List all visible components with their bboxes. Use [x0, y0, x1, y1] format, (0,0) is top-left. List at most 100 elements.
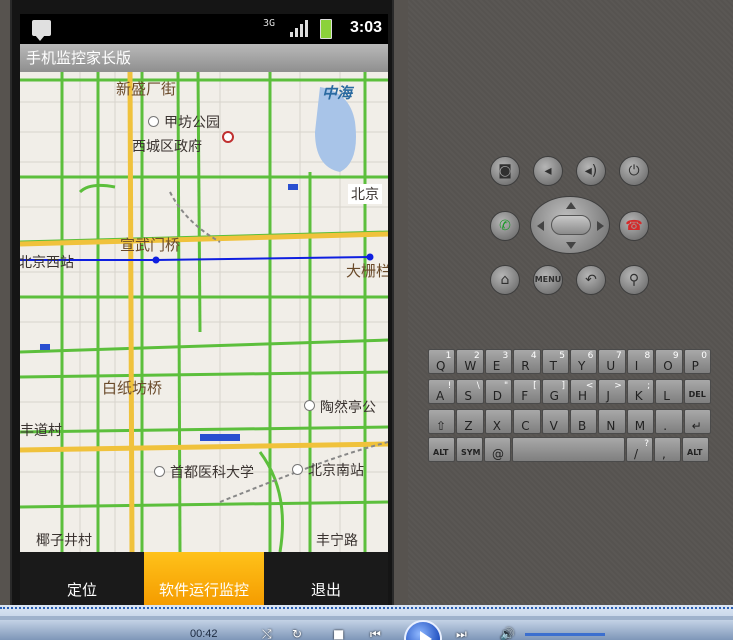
map-label: 首都医科大学 — [170, 465, 254, 481]
park-icon — [304, 400, 315, 411]
map-label: 北京南站 — [308, 463, 364, 479]
map-view[interactable]: 新盛厂街 中海 甲坊公园 西城区政府 北京 宣武门桥 大栅栏 北京西站 白纸坊桥… — [20, 72, 388, 552]
map-label: 新盛厂街 — [116, 80, 177, 98]
stop-icon[interactable]: ■ — [333, 627, 344, 640]
keyboard-key[interactable]: Z — [456, 409, 484, 434]
map-label: 西城区政府 — [132, 139, 202, 155]
map-label: 宣武门桥 — [120, 236, 181, 254]
keyboard-key[interactable]: SYM — [456, 437, 483, 462]
status-time: 3:03 — [350, 19, 383, 36]
space-key[interactable] — [512, 437, 625, 462]
volume-icon[interactable]: 🔊 — [500, 627, 515, 640]
next-icon[interactable]: ⏭ — [456, 627, 467, 640]
signal-icon — [290, 20, 308, 37]
keyboard-key[interactable]: . — [655, 409, 683, 434]
repeat-icon[interactable]: ↻ — [292, 627, 302, 640]
keyboard-key[interactable]: V — [541, 409, 569, 434]
volume-slider[interactable] — [525, 633, 605, 636]
media-player-bar: 00:42 ⤭ ↻ ■ ⏮ ⏭ 🔊 — [0, 605, 733, 640]
menu-button[interactable]: MENU — [533, 265, 563, 295]
map-label: 甲坊公园 — [164, 115, 220, 131]
previous-icon[interactable]: ⏮ — [370, 627, 381, 640]
power-button[interactable]: ⏻ — [619, 156, 649, 186]
volume-up-button[interactable]: ◂) — [576, 156, 606, 186]
network-type: 3G — [263, 18, 276, 29]
call-button[interactable]: ✆ — [490, 211, 520, 241]
map-label: 丰宁路 — [316, 533, 358, 549]
keyboard-key[interactable]: M — [626, 409, 655, 434]
dpad-center-button[interactable] — [551, 215, 591, 235]
government-icon — [222, 131, 234, 143]
keyboard-key[interactable]: R4 — [513, 349, 541, 374]
battery-icon — [320, 19, 332, 39]
keyboard-key[interactable]: S \ — [456, 379, 484, 404]
seek-bar[interactable] — [0, 616, 733, 620]
app-monitor-button[interactable]: 软件运行监控 — [144, 552, 264, 605]
dpad-right-icon[interactable] — [597, 221, 604, 231]
message-notification-icon[interactable] — [32, 20, 51, 41]
locate-button[interactable]: 定位 — [20, 552, 144, 605]
exit-button[interactable]: 退出 — [264, 552, 388, 605]
map-label: 椰子井村 — [36, 533, 92, 549]
app-title: 手机监控家长版 — [20, 44, 388, 72]
keyboard-key[interactable]: A! — [428, 379, 456, 404]
keyboard-key[interactable]: H < — [570, 379, 598, 404]
keyboard-key[interactable]: I8 — [626, 349, 655, 374]
shuffle-icon[interactable]: ⤭ — [262, 627, 272, 640]
search-button[interactable]: ⚲ — [619, 265, 649, 295]
keyboard-key[interactable]: P0 — [683, 349, 711, 374]
keyboard-key[interactable]: ↵ — [683, 409, 711, 434]
home-button[interactable]: ⌂ — [490, 265, 520, 295]
camera-button[interactable]: ◙ — [490, 156, 520, 186]
keyboard-key[interactable]: T5 — [541, 349, 569, 374]
keyboard-key[interactable]: B — [570, 409, 598, 434]
route-point[interactable] — [152, 256, 160, 264]
keyboard-key[interactable]: X — [484, 409, 513, 434]
map-label: 北京西站 — [20, 255, 74, 271]
keyboard-key[interactable]: Y6 — [570, 349, 598, 374]
keyboard-key[interactable]: /? — [626, 437, 653, 462]
dpad-up-icon[interactable] — [566, 202, 576, 209]
keyboard-key[interactable]: N — [598, 409, 626, 434]
dpad-left-icon[interactable] — [537, 221, 544, 231]
dpad[interactable] — [530, 196, 610, 254]
keyboard-key[interactable]: W2 — [456, 349, 484, 374]
map-label: 大栅栏 — [346, 262, 388, 280]
keyboard-key[interactable]: ⇧ — [428, 409, 456, 434]
park-icon — [148, 116, 159, 127]
back-button[interactable]: ↶ — [576, 265, 606, 295]
keyboard-key[interactable]: L — [655, 379, 683, 404]
options-menu: 定位 软件运行监控 退出 — [20, 552, 388, 605]
keyboard-key[interactable]: ALT — [428, 437, 455, 462]
dpad-down-icon[interactable] — [566, 242, 576, 249]
progress-dots — [0, 607, 733, 610]
map-label: 白纸坊桥 — [102, 379, 163, 397]
elapsed-time: 00:42 — [190, 628, 218, 640]
map-label: 北京 — [348, 184, 382, 204]
keyboard-key[interactable]: G] — [541, 379, 569, 404]
keyboard-key[interactable]: , — [654, 437, 681, 462]
play-button[interactable] — [404, 620, 442, 640]
keyboard-key[interactable]: ALT — [682, 437, 709, 462]
emulator-keyboard: Q 1 W 2 E 3 R 4 T 5 Y 6 U 7 I 8 O 9 P 0 A! S \ D " F[G] H < J > K; L DEL… — [428, 349, 712, 489]
keyboard-key[interactable]: E3 — [484, 349, 513, 374]
status-bar: 3G 3:03 — [20, 14, 388, 44]
map-label: 中海 — [322, 84, 353, 102]
keyboard-key[interactable]: O9 — [655, 349, 683, 374]
keyboard-key[interactable]: Q1 — [428, 349, 456, 374]
keyboard-key[interactable]: D " — [484, 379, 513, 404]
keyboard-key[interactable]: DEL — [683, 379, 711, 404]
emulator-controls-panel — [408, 0, 733, 605]
keyboard-key[interactable]: C — [513, 409, 541, 434]
keyboard-key[interactable]: K; — [626, 379, 655, 404]
school-icon — [154, 466, 165, 477]
keyboard-key[interactable]: @ — [484, 437, 511, 462]
keyboard-key[interactable]: U7 — [598, 349, 626, 374]
keyboard-key[interactable]: J > — [598, 379, 626, 404]
end-call-button[interactable]: ☎ — [619, 211, 649, 241]
map-label: 丰道村 — [20, 423, 62, 439]
volume-down-button[interactable]: ◂ — [533, 156, 563, 186]
railway-station-icon — [292, 464, 303, 475]
keyboard-key[interactable]: F[ — [513, 379, 541, 404]
map-label: 陶然亭公 — [320, 400, 376, 416]
